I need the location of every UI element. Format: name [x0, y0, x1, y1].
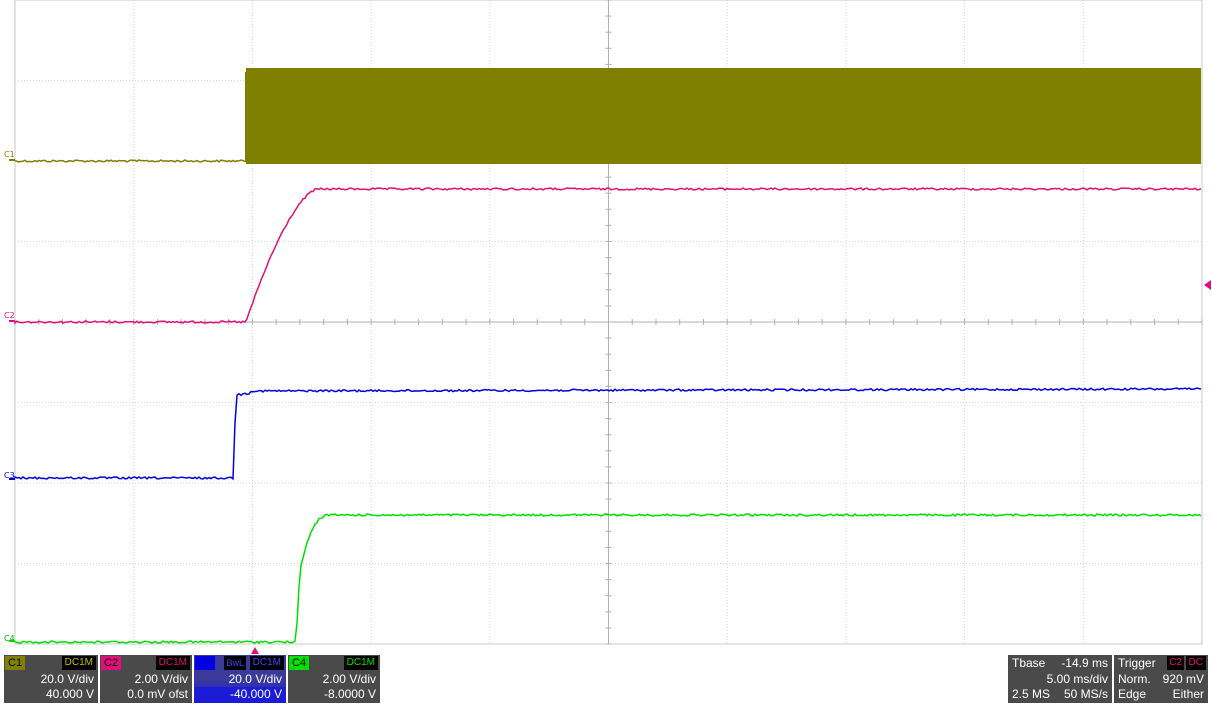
trigger-mode: Norm. — [1118, 672, 1151, 686]
channel-3-descriptor[interactable]: C3 BwL DC1M 20.0 V/div -40.000 V — [194, 655, 286, 703]
trigger-descriptor[interactable]: Trigger DC C2 Norm. 920 mV Edge Either — [1114, 655, 1208, 703]
channel-3-bandwidth-limit: BwL — [224, 656, 246, 670]
channel-2-descriptor[interactable]: C2 DC1M 2.00 V/div 0.0 mV ofst — [100, 655, 192, 703]
channel-3-ground-label: C3 — [4, 471, 15, 480]
channel-4-tag: C4 — [289, 656, 310, 670]
trigger-type: Edge — [1118, 687, 1147, 701]
timebase-descriptor[interactable]: Tbase -14.9 ms 5.00 ms/div 2.5 MS 50 MS/… — [1008, 655, 1112, 703]
status-bar: C1 DC1M 20.0 V/div 40.000 V C2 DC1M 2.00… — [0, 655, 1212, 704]
channel-1-coupling: DC1M — [61, 656, 96, 670]
channel-4-descriptor[interactable]: C4 DC1M 2.00 V/div -8.0000 V — [288, 655, 380, 703]
trigger-slope: Either — [1172, 687, 1204, 701]
channel-4-offset: -8.0000 V — [323, 687, 376, 701]
channel-4-coupling: DC1M — [343, 656, 378, 670]
trigger-level-marker — [1204, 280, 1211, 290]
timebase-position: -14.9 ms — [1061, 656, 1108, 670]
channel-1-descriptor[interactable]: C1 DC1M 20.0 V/div 40.000 V — [4, 655, 98, 703]
channel-2-offset: 0.0 mV ofst — [127, 687, 188, 701]
channel-1-burst-envelope — [246, 68, 1201, 164]
channel-3-scale: 20.0 V/div — [228, 672, 282, 686]
channel-2-tag: C2 — [101, 656, 122, 670]
channel-3-offset: -40.000 V — [195, 687, 285, 702]
channel-1-offset: 40.000 V — [45, 687, 94, 701]
trigger-coupling: DC — [1185, 656, 1206, 670]
channel-3-coupling: DC1M — [249, 656, 284, 670]
channel-3-tag: C3 — [195, 656, 216, 670]
channel-1-tag: C1 — [5, 656, 26, 670]
trigger-source: C2 — [1167, 656, 1184, 670]
channel-4-ground-label: C4 — [4, 634, 15, 643]
timebase-samples: 2.5 MS — [1012, 687, 1051, 701]
trigger-time-marker — [251, 647, 259, 654]
timebase-title: Tbase — [1012, 656, 1046, 670]
trigger-title: Trigger — [1118, 656, 1156, 670]
channel-4-scale: 2.00 V/div — [322, 672, 376, 686]
channel-1-scale: 20.0 V/div — [40, 672, 94, 686]
channel-2-ground-label: C2 — [4, 311, 15, 320]
channel-2-coupling: DC1M — [155, 656, 190, 670]
timebase-scale: 5.00 ms/div — [1046, 672, 1108, 686]
channel-2-scale: 2.00 V/div — [134, 672, 188, 686]
trigger-level: 920 mV — [1162, 672, 1204, 686]
timebase-sample-rate: 50 MS/s — [1063, 687, 1108, 701]
oscilloscope-display: C1 C2 C3 C4 — [0, 0, 1212, 704]
channel-1-ground-label: C1 — [4, 150, 15, 159]
graticule — [9, 0, 1211, 654]
